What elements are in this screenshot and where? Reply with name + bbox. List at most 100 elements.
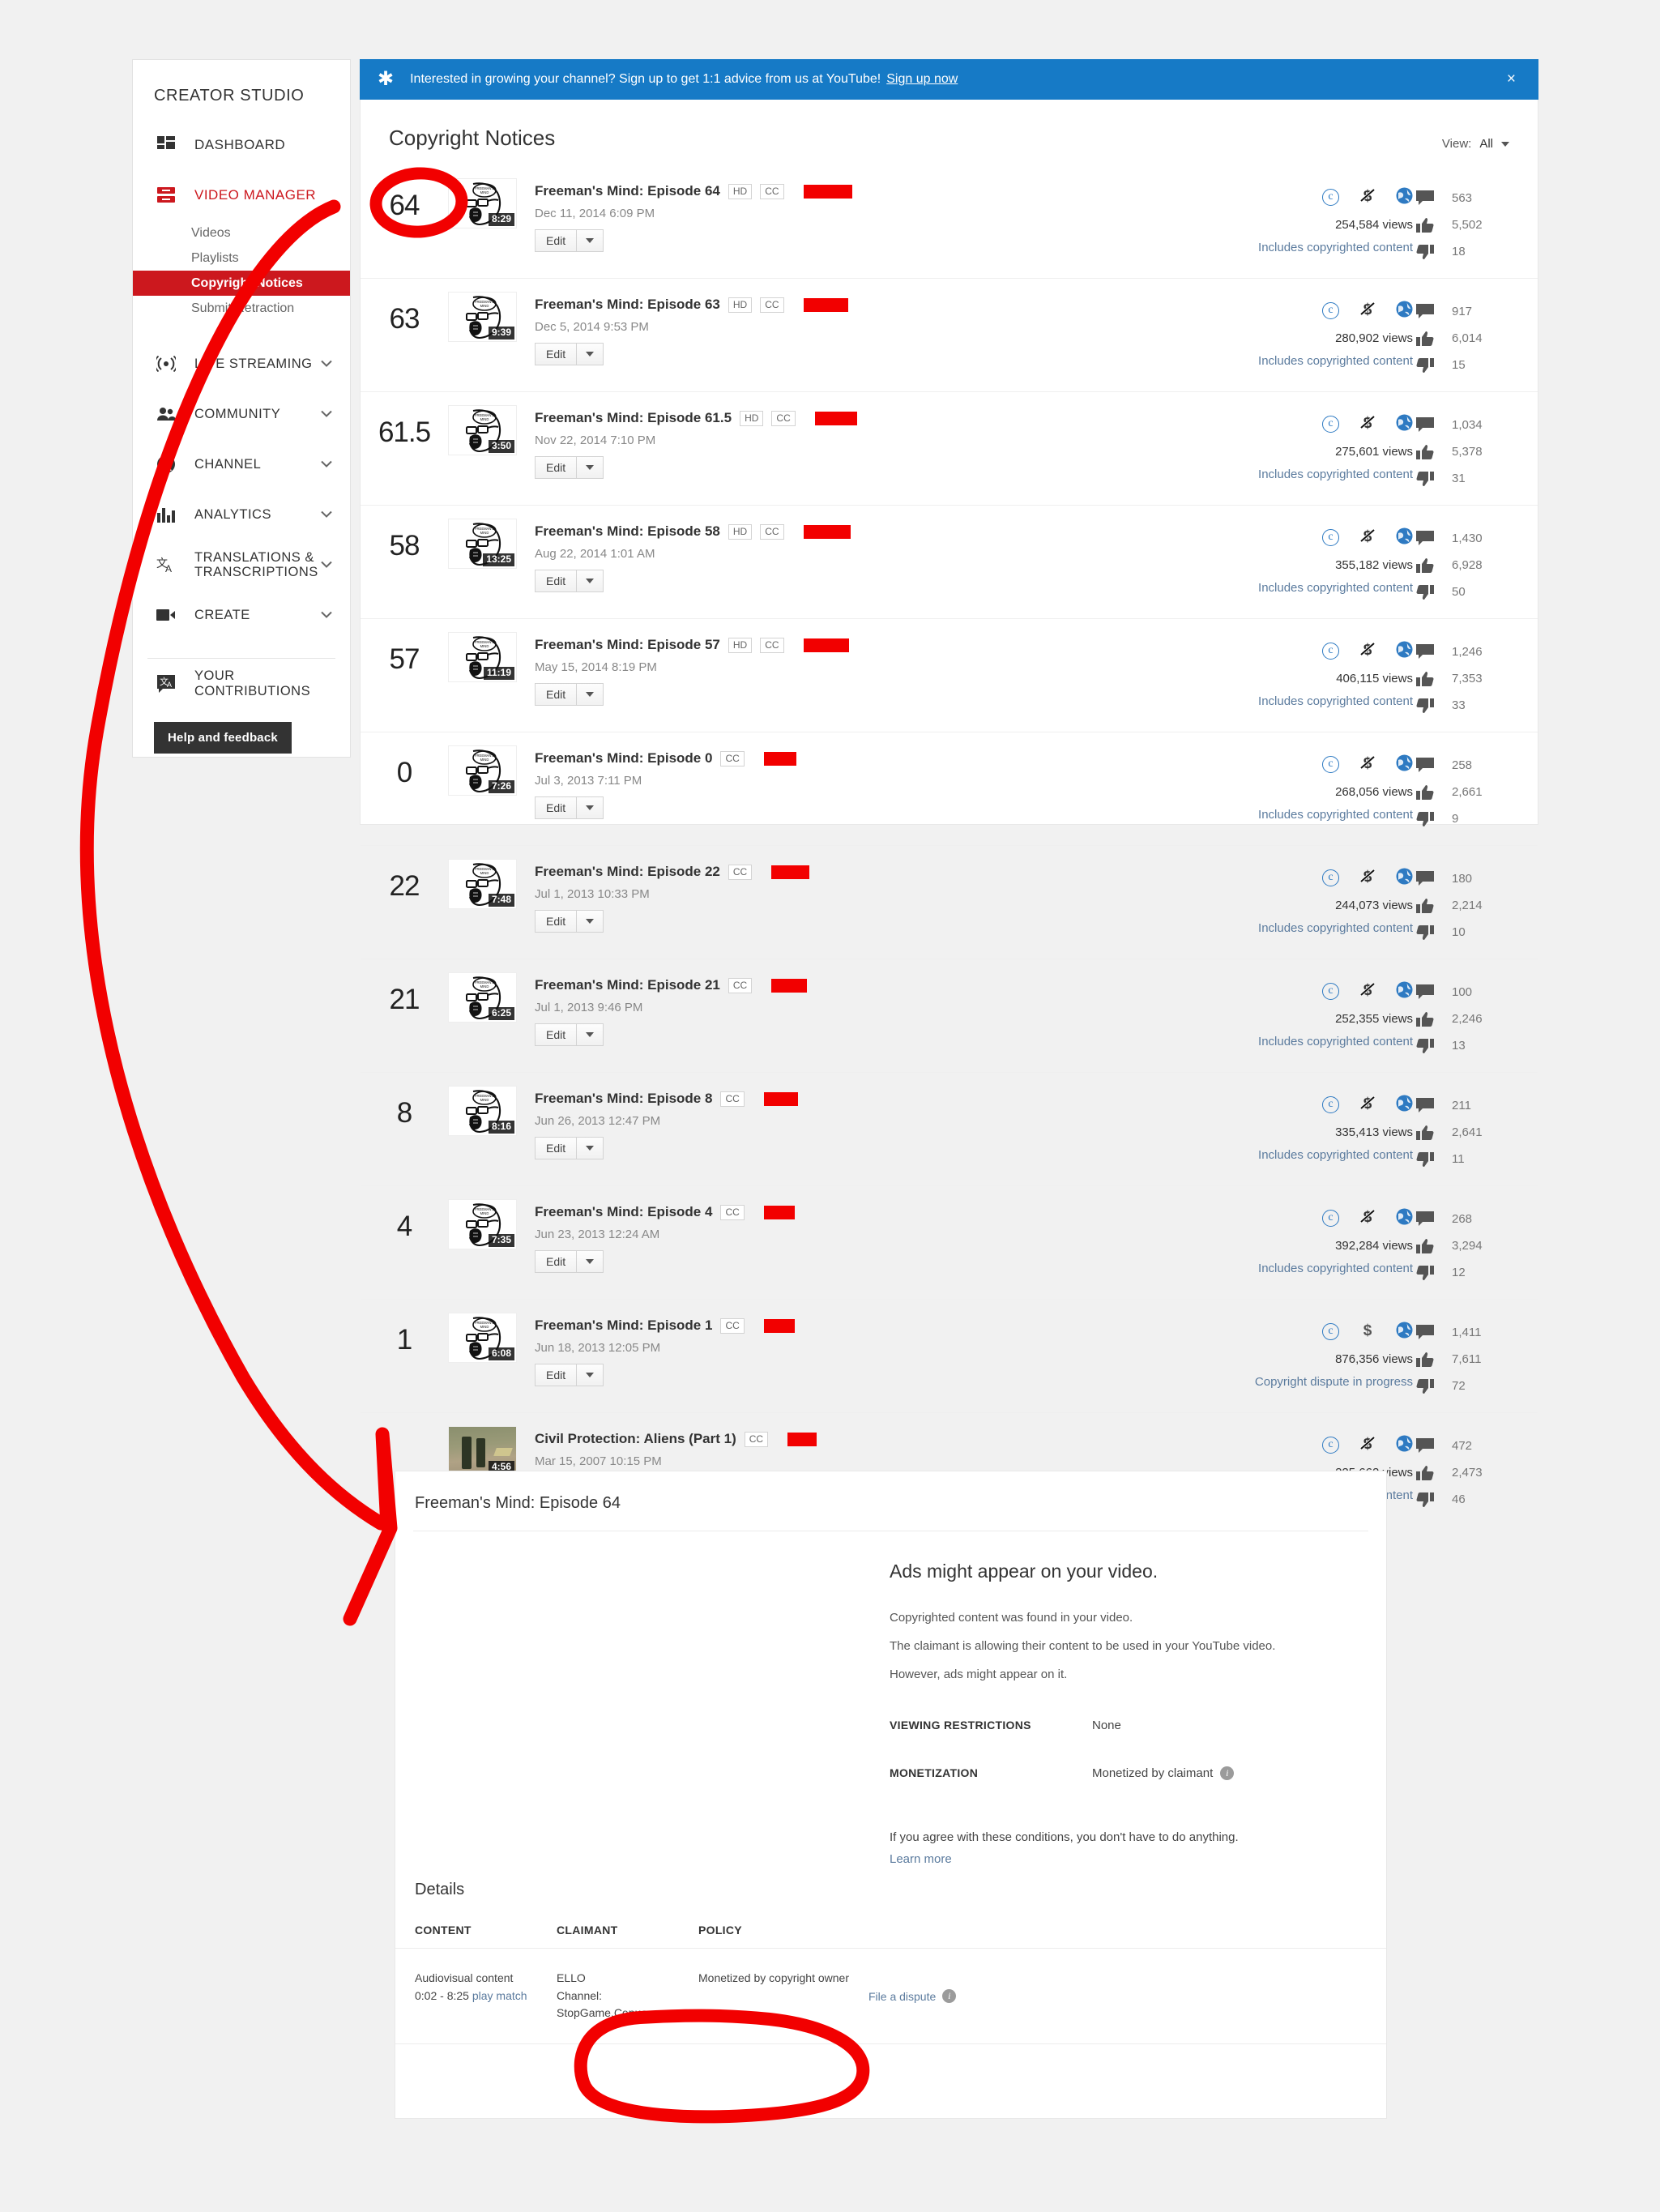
edit-button-group[interactable]: Edit [535, 570, 604, 592]
table-row[interactable]: 64 FREEMAN'S MIND 8:29 Freeman's Mind: Episo… [361, 165, 1538, 278]
video-thumbnail[interactable]: FREEMAN'S MIND 9:39 [448, 292, 517, 342]
info-icon[interactable]: i [1220, 1766, 1235, 1781]
edit-button-group[interactable]: Edit [535, 1250, 604, 1273]
edit-dropdown-button[interactable] [577, 1364, 604, 1386]
sidebar-subitem-playlists[interactable]: Playlists [133, 246, 350, 271]
visibility-icon[interactable] [1396, 868, 1413, 889]
file-a-dispute-link[interactable]: File a dispute i [868, 1970, 957, 2022]
monetization-status-icon[interactable]: $ [1359, 413, 1376, 435]
table-row[interactable]: 61.5 FREEMAN'S MIND 3:50 Freeman's Mind: Epi… [361, 391, 1538, 505]
sidebar-subitem-videos[interactable]: Videos [133, 220, 350, 246]
video-thumbnail[interactable]: FREEMAN'S MIND 6:25 [448, 972, 517, 1023]
video-thumbnail[interactable]: 4:56 [448, 1426, 517, 1476]
table-row[interactable]: 57 FREEMAN'S MIND 11:19 Freeman's Mind: Epis… [361, 618, 1538, 732]
copyright-status-link[interactable]: Includes copyrighted content [1141, 921, 1413, 935]
edit-button[interactable]: Edit [535, 1137, 578, 1159]
visibility-icon[interactable] [1396, 641, 1413, 662]
video-title[interactable]: Freeman's Mind: Episode 22 [535, 864, 720, 880]
table-row[interactable]: 1 FREEMAN'S MIND 6:08 Freeman's Mind: Episod… [361, 1299, 1538, 1412]
sidebar-item-video-manager[interactable]: VIDEO MANAGER [133, 170, 350, 220]
visibility-icon[interactable] [1396, 187, 1413, 208]
edit-dropdown-button[interactable] [577, 570, 604, 592]
info-icon[interactable]: i [942, 1989, 957, 2004]
edit-dropdown-button[interactable] [577, 683, 604, 706]
edit-button[interactable]: Edit [535, 229, 578, 252]
edit-dropdown-button[interactable] [577, 456, 604, 479]
chevron-down-icon[interactable] [321, 557, 332, 573]
edit-button[interactable]: Edit [535, 570, 578, 592]
chevron-down-icon[interactable] [321, 357, 332, 372]
edit-button-group[interactable]: Edit [535, 1364, 604, 1386]
table-row[interactable]: 58 FREEMAN'S MIND 13:25 Freeman's Mind: Epis… [361, 505, 1538, 618]
video-title[interactable]: Civil Protection: Aliens (Part 1) [535, 1431, 736, 1447]
learn-more-link[interactable]: Learn more [890, 1852, 1354, 1866]
monetization-status-icon[interactable]: $ [1359, 1094, 1376, 1116]
edit-button[interactable]: Edit [535, 1364, 578, 1386]
edit-button[interactable]: Edit [535, 1023, 578, 1046]
edit-dropdown-button[interactable] [577, 1137, 604, 1159]
table-row[interactable]: 4 FREEMAN'S MIND 7:35 Freeman's Mind: Episod… [361, 1185, 1538, 1299]
copyright-status-link[interactable]: Includes copyrighted content [1141, 241, 1413, 254]
copyright-status-link[interactable]: Includes copyrighted content [1141, 581, 1413, 595]
copyright-status-link[interactable]: Includes copyrighted content [1141, 354, 1413, 368]
sidebar-item-community[interactable]: COMMUNITY [133, 389, 350, 439]
video-title[interactable]: Freeman's Mind: Episode 61.5 [535, 410, 732, 426]
table-row[interactable]: 63 FREEMAN'S MIND 9:39 Freeman's Mind: Episo… [361, 278, 1538, 391]
copyright-status-link[interactable]: Includes copyrighted content [1141, 694, 1413, 708]
edit-button[interactable]: Edit [535, 456, 578, 479]
video-thumbnail[interactable]: FREEMAN'S MIND 11:19 [448, 632, 517, 682]
edit-button-group[interactable]: Edit [535, 910, 604, 933]
sidebar-item-analytics[interactable]: ANALYTICS [133, 489, 350, 540]
sidebar-item-dashboard[interactable]: DASHBOARD [133, 120, 350, 170]
video-title[interactable]: Freeman's Mind: Episode 8 [535, 1091, 712, 1107]
sidebar-item-channel[interactable]: CHANNEL [133, 439, 350, 489]
visibility-icon[interactable] [1396, 1208, 1413, 1229]
chevron-down-icon[interactable] [321, 457, 332, 472]
edit-button[interactable]: Edit [535, 1250, 578, 1273]
table-row[interactable]: 0 FREEMAN'S MIND 7:26 Freeman's Mind: Episod… [361, 732, 1538, 845]
copyright-status-link[interactable]: Includes copyrighted content [1141, 468, 1413, 481]
sidebar-item-create[interactable]: CREATE [133, 590, 350, 640]
edit-dropdown-button[interactable] [577, 1023, 604, 1046]
video-title[interactable]: Freeman's Mind: Episode 21 [535, 977, 720, 993]
edit-button-group[interactable]: Edit [535, 683, 604, 706]
help-and-feedback-button[interactable]: Help and feedback [154, 722, 292, 754]
chevron-down-icon[interactable] [321, 407, 332, 422]
chevron-down-icon[interactable] [321, 608, 332, 623]
video-title[interactable]: Freeman's Mind: Episode 4 [535, 1204, 712, 1220]
video-thumbnail[interactable]: FREEMAN'S MIND 6:08 [448, 1313, 517, 1363]
edit-button-group[interactable]: Edit [535, 1023, 604, 1046]
visibility-icon[interactable] [1396, 1322, 1413, 1343]
video-title[interactable]: Freeman's Mind: Episode 0 [535, 750, 712, 767]
copyright-status-link[interactable]: Includes copyrighted content [1141, 1035, 1413, 1048]
visibility-icon[interactable] [1396, 1095, 1413, 1116]
edit-dropdown-button[interactable] [577, 343, 604, 365]
video-title[interactable]: Freeman's Mind: Episode 58 [535, 523, 720, 540]
video-thumbnail[interactable]: FREEMAN'S MIND 8:16 [448, 1086, 517, 1136]
chevron-down-icon[interactable] [1501, 141, 1509, 147]
edit-button-group[interactable]: Edit [535, 456, 604, 479]
video-title[interactable]: Freeman's Mind: Episode 63 [535, 297, 720, 313]
video-thumbnail[interactable]: FREEMAN'S MIND 7:48 [448, 859, 517, 909]
edit-dropdown-button[interactable] [577, 229, 604, 252]
visibility-icon[interactable] [1396, 754, 1413, 775]
table-row[interactable]: 22 FREEMAN'S MIND 7:48 Freeman's Mind: Episo… [361, 845, 1538, 959]
edit-dropdown-button[interactable] [577, 910, 604, 933]
edit-button-group[interactable]: Edit [535, 229, 604, 252]
close-icon[interactable]: × [1507, 70, 1516, 88]
copyright-status-link[interactable]: Copyright dispute in progress [1141, 1375, 1413, 1389]
sidebar-item-your-contributions[interactable]: 文A YOUR CONTRIBUTIONS [133, 659, 350, 709]
sidebar-subitem-submit-retraction[interactable]: Submit Retraction [133, 296, 350, 321]
monetization-status-icon[interactable]: $ [1359, 1434, 1376, 1456]
edit-dropdown-button[interactable] [577, 796, 604, 819]
table-row[interactable]: 8 FREEMAN'S MIND 8:16 Freeman's Mind: Episod… [361, 1072, 1538, 1185]
table-row[interactable]: 21 FREEMAN'S MIND 6:25 Freeman's Mind: Episo… [361, 959, 1538, 1072]
visibility-icon[interactable] [1396, 414, 1413, 435]
monetization-status-icon[interactable]: $ [1359, 186, 1376, 208]
sidebar-item-live-streaming[interactable]: LIVE STREAMING [133, 339, 350, 389]
edit-button[interactable]: Edit [535, 343, 578, 365]
monetization-status-icon[interactable]: $ [1359, 867, 1376, 889]
visibility-icon[interactable] [1396, 1435, 1413, 1456]
chevron-down-icon[interactable] [321, 507, 332, 523]
monetization-status-icon[interactable]: $ [1359, 640, 1376, 662]
